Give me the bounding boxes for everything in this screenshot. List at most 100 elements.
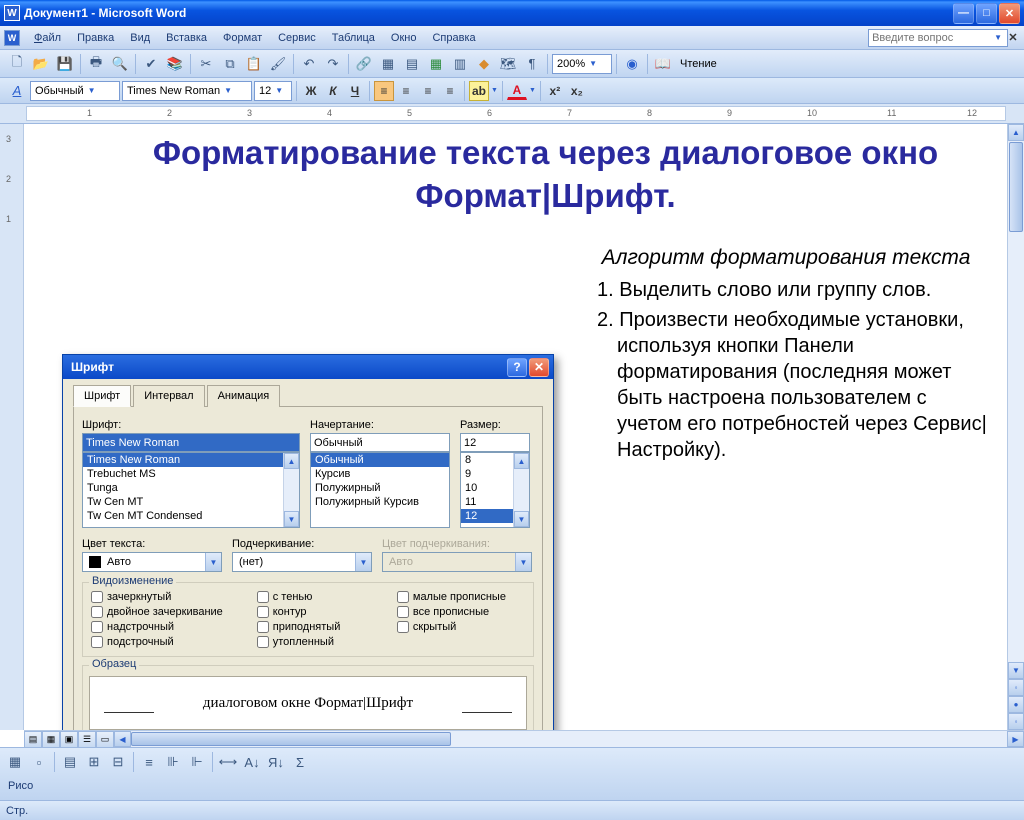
view-web-icon[interactable]: ▦ xyxy=(42,731,60,748)
new-icon[interactable]: 🗋 xyxy=(6,53,28,75)
align-center-button[interactable]: ≡ xyxy=(396,81,416,101)
list-item[interactable]: Курсив xyxy=(311,467,449,481)
tab-animation[interactable]: Анимация xyxy=(207,385,281,407)
align-left-button[interactable]: ≡ xyxy=(374,81,394,101)
menu-format[interactable]: Формат xyxy=(215,30,270,46)
chk-strike[interactable]: зачеркнутый xyxy=(91,591,245,603)
scroll-up-icon[interactable]: ▲ xyxy=(514,453,529,469)
bold-button[interactable]: Ж xyxy=(301,81,321,101)
horizontal-ruler[interactable]: 123 456 789 101112 xyxy=(26,106,1006,121)
read-mode-icon[interactable]: 📖 xyxy=(652,53,674,75)
scroll-down-icon[interactable]: ▼ xyxy=(1008,662,1024,679)
justify-button[interactable]: ≡ xyxy=(440,81,460,101)
tbl-align-icon[interactable]: ≡ xyxy=(138,751,160,773)
minimize-button[interactable]: — xyxy=(953,3,974,24)
chk-dstrike[interactable]: двойное зачеркивание xyxy=(91,606,245,618)
list-item[interactable]: Полужирный Курсив xyxy=(311,495,449,509)
excel-icon[interactable]: ▦ xyxy=(425,53,447,75)
view-outline-icon[interactable]: ☰ xyxy=(78,731,96,748)
tbl-sort-desc-icon[interactable]: Я↓ xyxy=(265,751,287,773)
highlight-button[interactable]: ab xyxy=(469,81,489,101)
tab-spacing[interactable]: Интервал xyxy=(133,385,204,407)
chk-emboss[interactable]: приподнятый xyxy=(257,621,385,633)
hyperlink-icon[interactable]: 🔗 xyxy=(353,53,375,75)
browse-object-icon[interactable]: ● xyxy=(1008,696,1024,713)
insert-table-icon[interactable]: ▤ xyxy=(401,53,423,75)
prev-page-icon[interactable]: ◦ xyxy=(1008,679,1024,696)
columns-icon[interactable]: ▥ xyxy=(449,53,471,75)
styles-pane-icon[interactable]: A xyxy=(6,80,28,102)
scroll-right-icon[interactable]: ▶ xyxy=(1007,731,1024,747)
horizontal-scrollbar[interactable]: ▤ ▦ ▣ ☰ ▭ ◀ ▶ xyxy=(24,730,1024,747)
chk-engrave[interactable]: утопленный xyxy=(257,636,385,648)
style-combo[interactable]: Обычный▼ xyxy=(30,81,120,101)
print-icon[interactable]: 🖶 xyxy=(85,53,107,75)
menu-table[interactable]: Таблица xyxy=(324,30,383,46)
menu-help[interactable]: Справка xyxy=(424,30,483,46)
tables-borders-icon[interactable]: ▦ xyxy=(377,53,399,75)
font-color-button[interactable]: A xyxy=(507,82,527,100)
drawing-icon[interactable]: ◆ xyxy=(473,53,495,75)
document-area[interactable]: Форматирование текста через диалоговое о… xyxy=(24,124,1007,730)
tbl-dist-cols-icon[interactable]: ⊩ xyxy=(186,751,208,773)
dialog-help-button[interactable]: ? xyxy=(507,358,527,377)
chk-hidden[interactable]: скрытый xyxy=(397,621,525,633)
tbl-draw-icon[interactable]: ▦ xyxy=(4,751,26,773)
list-item[interactable]: Tw Cen MT Condensed xyxy=(83,509,299,523)
menu-close-doc[interactable]: ✕ xyxy=(1006,31,1020,45)
scroll-up-icon[interactable]: ▲ xyxy=(284,453,299,469)
italic-button[interactable]: К xyxy=(323,81,343,101)
maximize-button[interactable]: □ xyxy=(976,3,997,24)
tbl-split-icon[interactable]: ⊟ xyxy=(107,751,129,773)
list-item[interactable]: Tw Cen MT xyxy=(83,495,299,509)
chk-smallcaps[interactable]: малые прописные xyxy=(397,591,525,603)
menu-view[interactable]: Вид xyxy=(122,30,158,46)
chk-outline[interactable]: контур xyxy=(257,606,385,618)
help-search[interactable] xyxy=(868,29,1008,47)
size-listbox[interactable]: 8 9 10 11 12 ▲▼ xyxy=(460,452,530,528)
menu-tools[interactable]: Сервис xyxy=(270,30,324,46)
view-read-icon[interactable]: ▭ xyxy=(96,731,114,748)
tbl-sum-icon[interactable]: Σ xyxy=(289,751,311,773)
menu-window[interactable]: Окно xyxy=(383,30,425,46)
save-icon[interactable]: 💾 xyxy=(54,53,76,75)
cut-icon[interactable]: ✂ xyxy=(195,53,217,75)
fontsize-combo[interactable]: 12▼ xyxy=(254,81,292,101)
show-marks-icon[interactable]: ¶ xyxy=(521,53,543,75)
list-item[interactable]: Полужирный xyxy=(311,481,449,495)
tab-font[interactable]: Шрифт xyxy=(73,385,131,407)
chk-allcaps[interactable]: все прописные xyxy=(397,606,525,618)
superscript-button[interactable]: x² xyxy=(545,81,565,101)
size-input[interactable] xyxy=(460,433,530,452)
scroll-left-icon[interactable]: ◀ xyxy=(114,731,131,747)
tbl-autofit-icon[interactable]: ⟷ xyxy=(217,751,239,773)
view-normal-icon[interactable]: ▤ xyxy=(24,731,42,748)
docmap-icon[interactable]: 🗺 xyxy=(497,53,519,75)
color-combo[interactable]: Авто▼ xyxy=(82,552,222,572)
font-input[interactable] xyxy=(82,433,300,452)
scroll-thumb[interactable] xyxy=(1009,142,1023,232)
vertical-ruler[interactable]: 321 xyxy=(0,124,24,730)
dialog-titlebar[interactable]: Шрифт ? ✕ xyxy=(63,355,553,379)
tbl-erase-icon[interactable]: ▫ xyxy=(28,751,50,773)
list-item[interactable]: Tunga xyxy=(83,481,299,495)
open-icon[interactable]: 📂 xyxy=(30,53,52,75)
chk-sub[interactable]: подстрочный xyxy=(91,636,245,648)
underline-button[interactable]: Ч xyxy=(345,81,365,101)
vertical-scrollbar[interactable]: ▲ ▼ ◦ ● ◦ xyxy=(1007,124,1024,730)
tbl-dist-rows-icon[interactable]: ⊪ xyxy=(162,751,184,773)
tbl-insert-icon[interactable]: ▤ xyxy=(59,751,81,773)
dialog-close-button[interactable]: ✕ xyxy=(529,358,549,377)
chk-shadow[interactable]: с тенью xyxy=(257,591,385,603)
align-right-button[interactable]: ≡ xyxy=(418,81,438,101)
paste-icon[interactable]: 📋 xyxy=(243,53,265,75)
style-input[interactable] xyxy=(310,433,450,452)
undo-icon[interactable]: ↶ xyxy=(298,53,320,75)
menu-insert[interactable]: Вставка xyxy=(158,30,215,46)
copy-icon[interactable]: ⧉ xyxy=(219,53,241,75)
scroll-up-icon[interactable]: ▲ xyxy=(1008,124,1024,141)
read-label[interactable]: Чтение xyxy=(676,58,721,70)
redo-icon[interactable]: ↷ xyxy=(322,53,344,75)
view-print-icon[interactable]: ▣ xyxy=(60,731,78,748)
style-listbox[interactable]: Обычный Курсив Полужирный Полужирный Кур… xyxy=(310,452,450,528)
